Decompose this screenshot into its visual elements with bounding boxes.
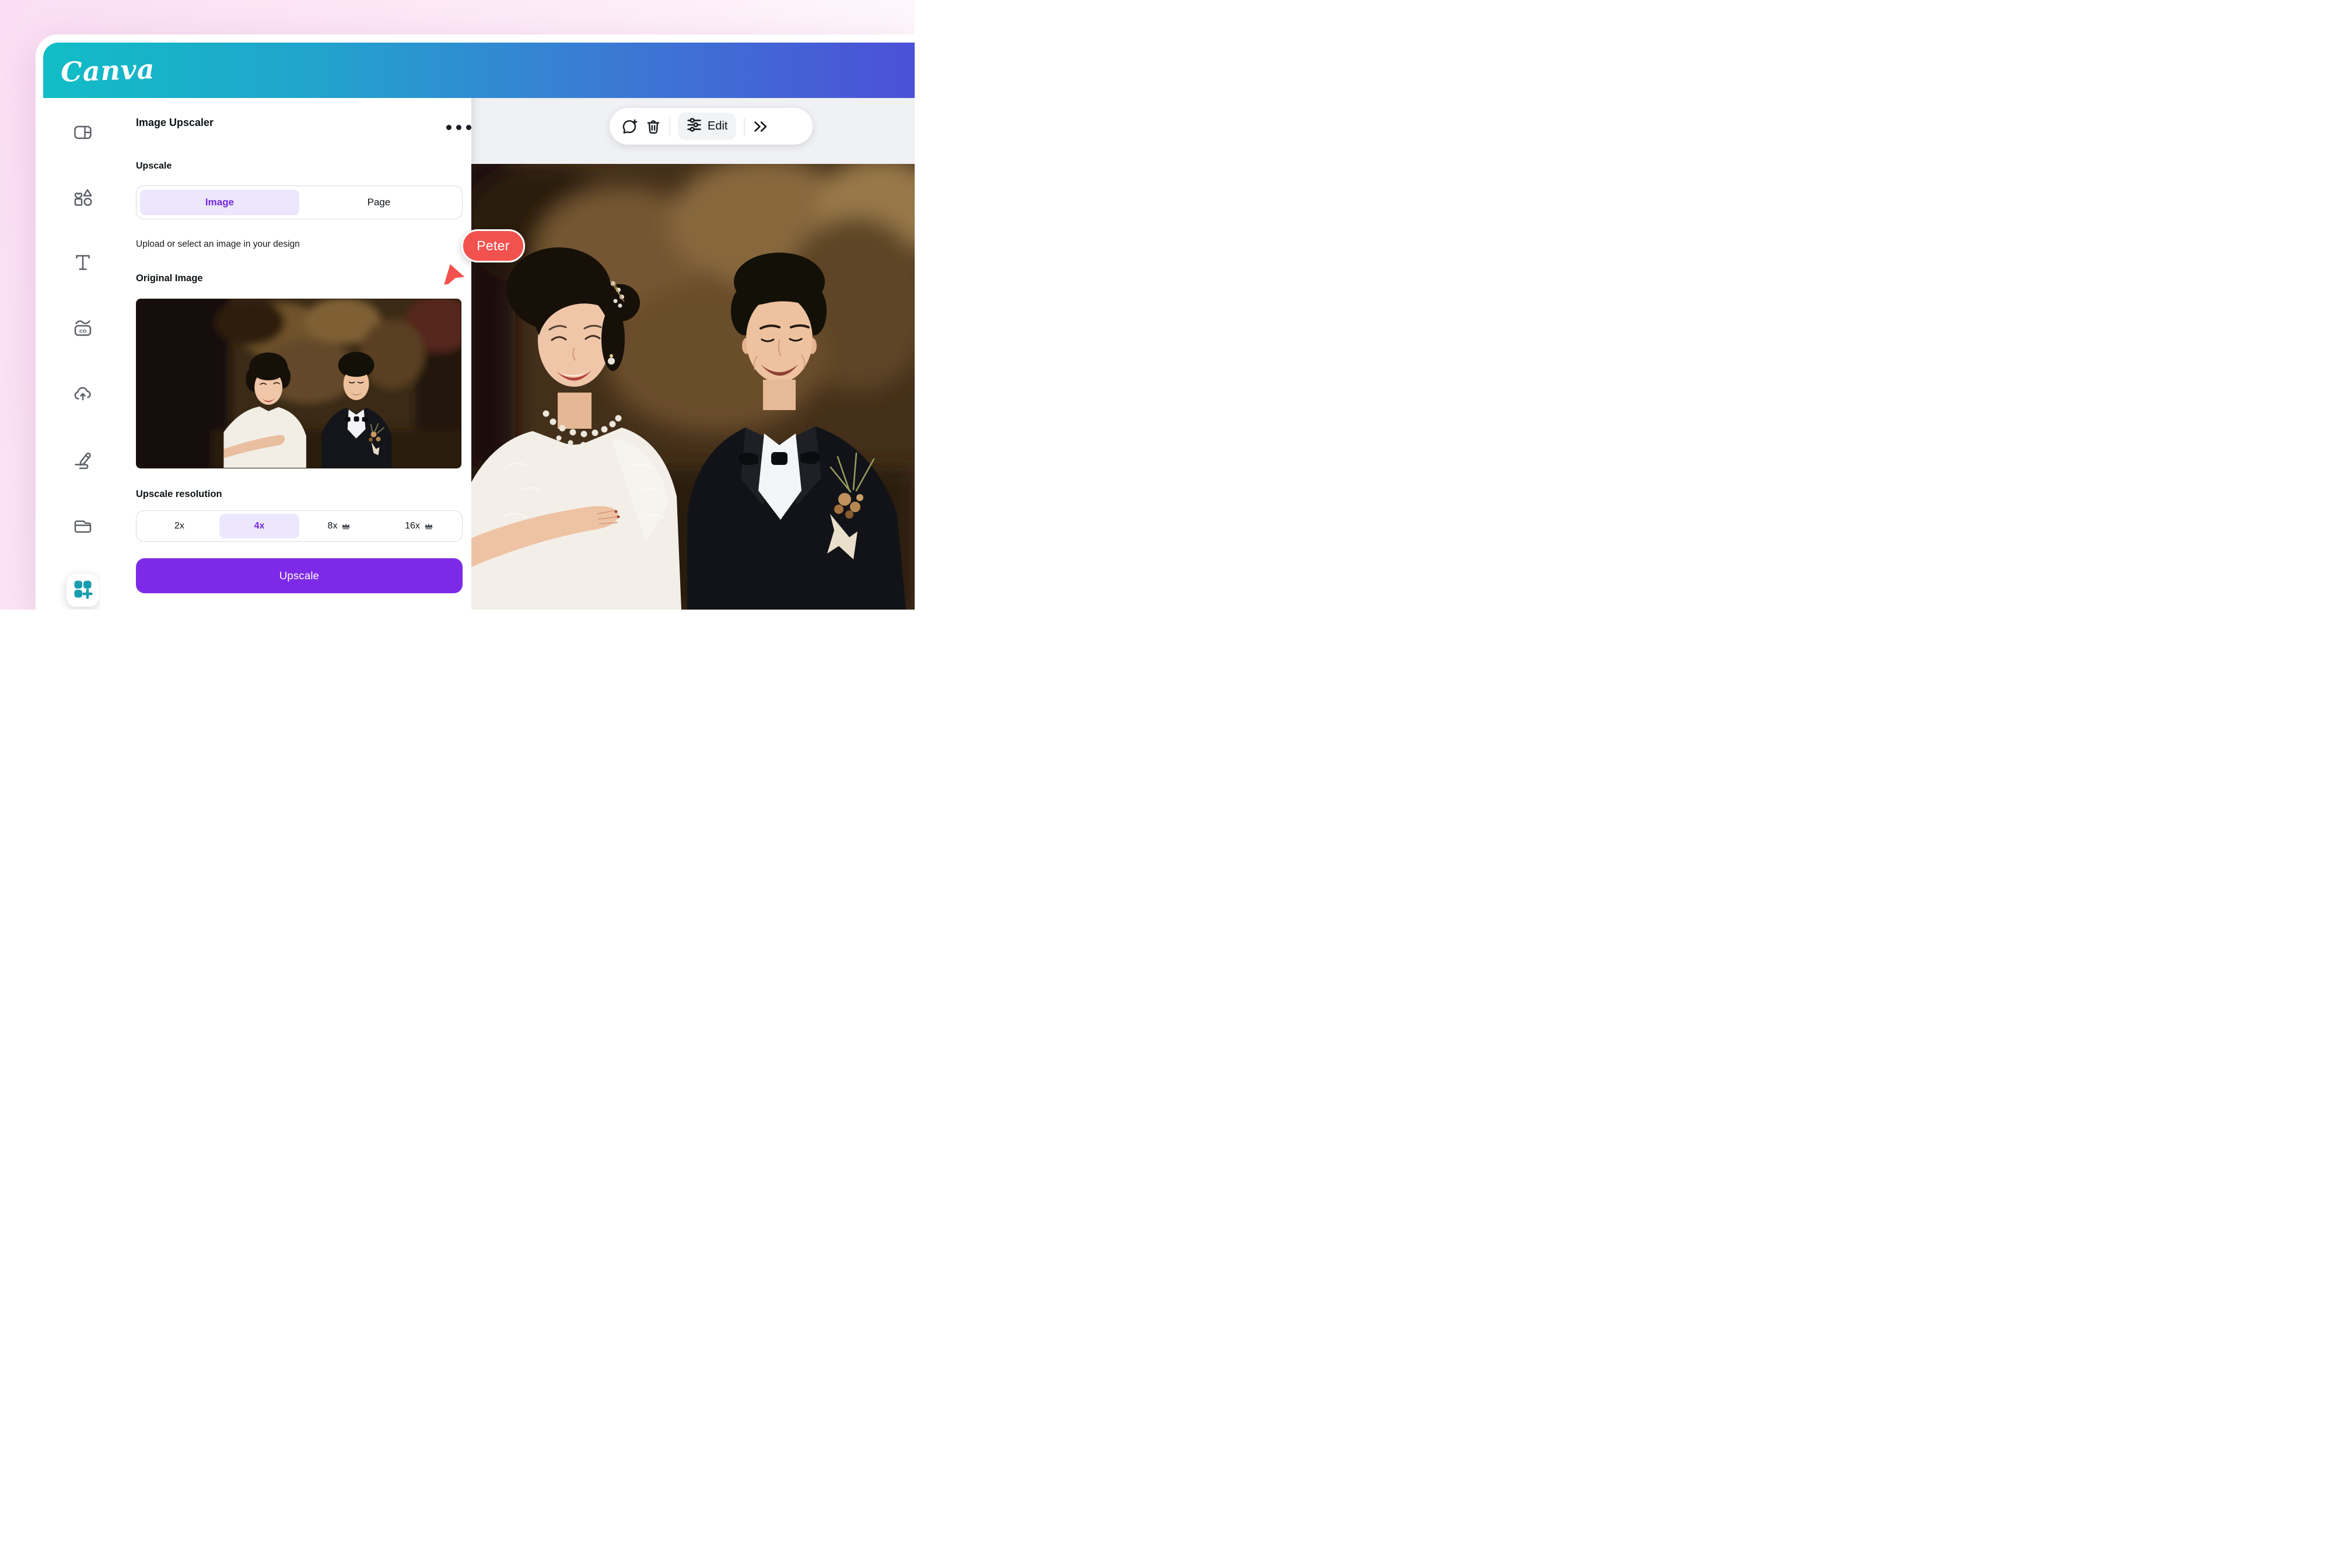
resolution-label: Upscale resolution — [136, 489, 222, 500]
premium-crown-icon — [341, 522, 351, 530]
original-image-label: Original Image — [136, 273, 203, 284]
resolution-option-8x[interactable]: 8x — [299, 514, 379, 538]
elements-icon — [73, 187, 93, 207]
resolution-selector: 2x 4x 8x 16x — [136, 510, 463, 542]
apps-icon — [72, 579, 93, 603]
expand-toolbar-button[interactable] — [752, 118, 769, 135]
sidebar-item-brand[interactable]: co — [73, 318, 93, 338]
collaborator-name-badge: Peter — [461, 229, 525, 262]
edit-button[interactable]: Edit — [678, 113, 736, 140]
sliders-icon — [687, 117, 702, 136]
tab-image[interactable]: Image — [140, 190, 299, 215]
panel-title: Image Upscaler — [136, 117, 214, 129]
floating-toolbar: Edit — [610, 108, 813, 145]
page-background: Canva co — [0, 0, 915, 610]
projects-icon — [73, 515, 93, 535]
canva-logo: Canva — [60, 53, 155, 88]
sidebar-item-apps[interactable] — [66, 574, 99, 607]
tab-page[interactable]: Page — [299, 190, 459, 215]
double-chevron-right-icon — [752, 118, 769, 135]
toolbar-divider — [669, 118, 670, 135]
original-image-photo — [136, 299, 461, 468]
toolbar-divider — [744, 118, 745, 135]
svg-text:co: co — [79, 328, 86, 335]
image-upscaler-panel: Image Upscaler Upscale Image Page Upload… — [100, 98, 471, 610]
original-image-thumbnail — [136, 299, 461, 468]
design-canvas — [471, 98, 915, 610]
collaborator-cursor-icon — [440, 260, 468, 289]
wedding-photo — [471, 164, 915, 610]
helper-text: Upload or select an image in your design — [136, 239, 300, 250]
text-icon — [73, 253, 93, 272]
design-icon — [73, 123, 93, 142]
resolution-option-4x[interactable]: 4x — [219, 514, 299, 538]
ellipsis-icon — [446, 125, 452, 130]
resolution-option-16x[interactable]: 16x — [379, 514, 459, 538]
more-options-button[interactable] — [444, 123, 474, 132]
sidebar-item-draw[interactable] — [73, 449, 93, 469]
sidebar-item-design[interactable] — [73, 123, 93, 142]
delete-button[interactable] — [645, 118, 662, 135]
canvas-image[interactable] — [471, 164, 915, 610]
trash-icon — [645, 118, 662, 135]
brand-icon: co — [73, 318, 93, 338]
upscale-button[interactable]: Upscale — [136, 558, 463, 593]
sidebar-item-elements[interactable] — [73, 187, 93, 207]
uploads-icon — [73, 384, 93, 404]
sidebar-item-text[interactable] — [73, 253, 93, 272]
app-header: Canva — [43, 43, 915, 98]
resolution-option-2x[interactable]: 2x — [139, 514, 219, 538]
sidebar-item-uploads[interactable] — [73, 384, 93, 404]
sidebar-item-projects[interactable] — [73, 515, 93, 535]
draw-icon — [73, 449, 93, 469]
canva-app-window: Canva co — [36, 34, 915, 610]
add-comment-button[interactable] — [621, 118, 638, 135]
upscale-section-label: Upscale — [136, 161, 172, 172]
edit-button-label: Edit — [708, 120, 727, 133]
premium-crown-icon — [424, 522, 433, 530]
upscale-mode-toggle: Image Page — [136, 186, 463, 219]
add-comment-icon — [621, 118, 638, 135]
